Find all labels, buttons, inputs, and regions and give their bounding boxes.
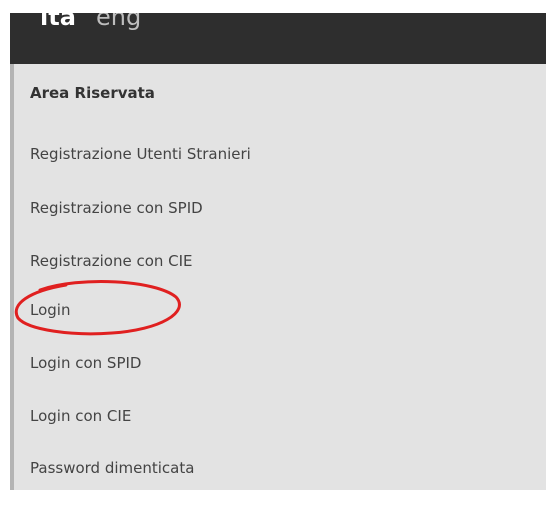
menu-item-login[interactable]: Login bbox=[30, 301, 70, 319]
language-bar: ita eng bbox=[10, 13, 546, 64]
menu-item-registrazione-spid[interactable]: Registrazione con SPID bbox=[30, 199, 203, 217]
reserved-area-menu bbox=[10, 64, 546, 490]
menu-item-login-cie[interactable]: Login con CIE bbox=[30, 407, 131, 425]
menu-item-registrazione-utenti-stranieri[interactable]: Registrazione Utenti Stranieri bbox=[30, 145, 251, 163]
menu-heading: Area Riservata bbox=[30, 84, 155, 102]
language-ita-link[interactable]: ita bbox=[40, 13, 76, 37]
menu-item-registrazione-cie[interactable]: Registrazione con CIE bbox=[30, 252, 193, 270]
menu-item-password-dimenticata[interactable]: Password dimenticata bbox=[30, 459, 194, 477]
menu-item-login-spid[interactable]: Login con SPID bbox=[30, 354, 141, 372]
language-eng-link[interactable]: eng bbox=[96, 13, 141, 37]
